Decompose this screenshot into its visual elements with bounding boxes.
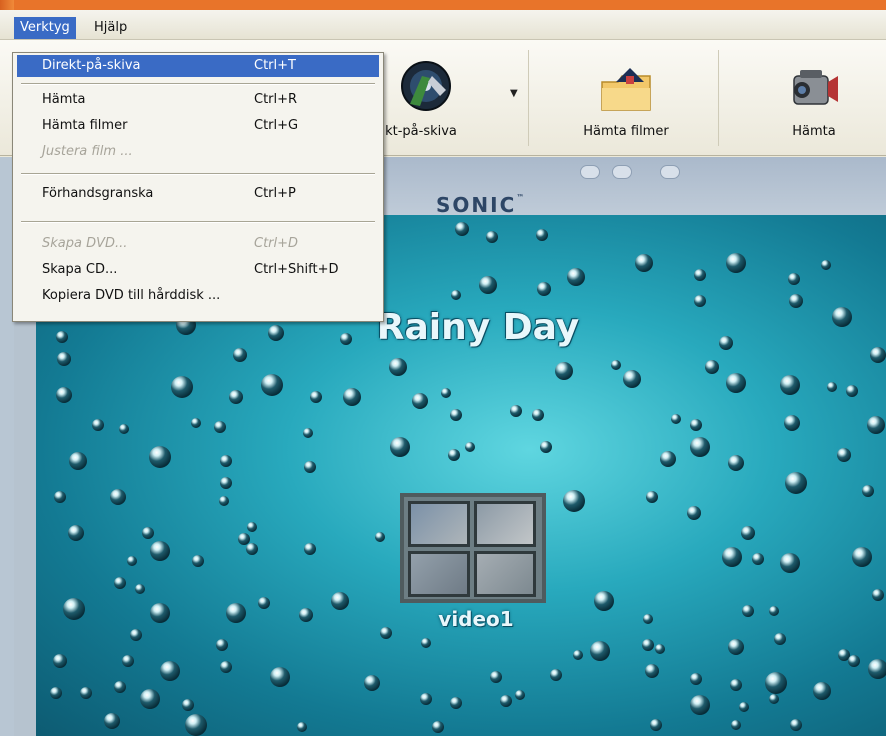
menu-verktyg[interactable]: Verktyg (14, 17, 76, 39)
menu-item-shortcut: Ctrl+P (254, 186, 296, 201)
menu-separator (21, 221, 375, 223)
menu-item-copy-dvd-to-hdd[interactable]: Kopiera DVD till hårddisk ... (17, 285, 379, 307)
video-thumbnail-button[interactable] (400, 493, 546, 603)
menu-item-shortcut: Ctrl+R (254, 92, 298, 107)
menu-item-label: Direkt-på-skiva (42, 58, 141, 73)
menu-item-label: Förhandsgranska (42, 186, 154, 201)
toolbar-get-movies-button[interactable]: Hämta filmer (556, 48, 696, 148)
menu-item-label: Kopiera DVD till hårddisk ... (42, 288, 221, 303)
menu-separator (21, 173, 375, 175)
menu-item-shortcut: Ctrl+Shift+D (254, 262, 339, 277)
menu-bar: Verktyg Hjälp (0, 10, 886, 40)
menu-item-get-movies[interactable]: Hämta filmer Ctrl+G (17, 115, 379, 137)
menu-item-label: Hämta (42, 92, 86, 107)
video-thumbnail-label: video1 (438, 607, 514, 631)
menu-item-label: Justera film ... (42, 144, 133, 159)
direct-to-disc-icon (401, 61, 451, 111)
toolbar-get-movies-label: Hämta filmer (583, 124, 669, 139)
preview-control-knob[interactable] (580, 165, 600, 179)
menu-hjalp[interactable]: Hjälp (88, 17, 133, 39)
menu-separator (21, 83, 375, 85)
sonic-trademark: ™ (516, 193, 525, 202)
menu-item-label: Hämta filmer (42, 118, 128, 133)
app-window: Verktyg Hjälp kt-på-skiva ▼ Hämta filmer (0, 10, 886, 736)
toolbar-separator (528, 50, 529, 146)
thumbnail-cell (474, 501, 536, 547)
folder-icon (601, 68, 651, 111)
disc-menu-title: Rainy Day (376, 307, 580, 348)
menu-item-preview[interactable]: Förhandsgranska Ctrl+P (17, 183, 379, 205)
menu-item-create-dvd: Skapa DVD... Ctrl+D (17, 233, 379, 255)
preview-control-knob[interactable] (612, 165, 632, 179)
camcorder-icon (793, 70, 838, 105)
menu-item-label: Skapa DVD... (42, 236, 128, 251)
toolbar-capture-button[interactable]: Hämta (744, 48, 884, 148)
menu-item-label: Skapa CD... (42, 262, 118, 277)
menu-item-direct-to-disc[interactable]: Direkt-på-skiva Ctrl+T (17, 55, 379, 77)
verktyg-dropdown-menu: Direkt-på-skiva Ctrl+T Hämta Ctrl+R Hämt… (12, 52, 384, 322)
menu-item-create-cd[interactable]: Skapa CD... Ctrl+Shift+D (17, 259, 379, 281)
menu-item-adjust-movie: Justera film ... (17, 141, 379, 163)
sonic-logo: SONIC™ (436, 193, 524, 217)
thumbnail-cell (474, 551, 536, 597)
menu-item-shortcut: Ctrl+D (254, 236, 299, 251)
dropdown-arrow-icon[interactable]: ▼ (510, 88, 518, 99)
thumbnail-cell (408, 501, 470, 547)
toolbar-capture-label: Hämta (792, 124, 836, 139)
toolbar-separator (718, 50, 719, 146)
sonic-brand: SONIC (436, 193, 517, 217)
preview-control-knob[interactable] (660, 165, 680, 179)
menu-item-capture[interactable]: Hämta Ctrl+R (17, 89, 379, 111)
menu-item-shortcut: Ctrl+G (254, 118, 299, 133)
menu-item-shortcut: Ctrl+T (254, 58, 296, 73)
thumbnail-cell (408, 551, 470, 597)
